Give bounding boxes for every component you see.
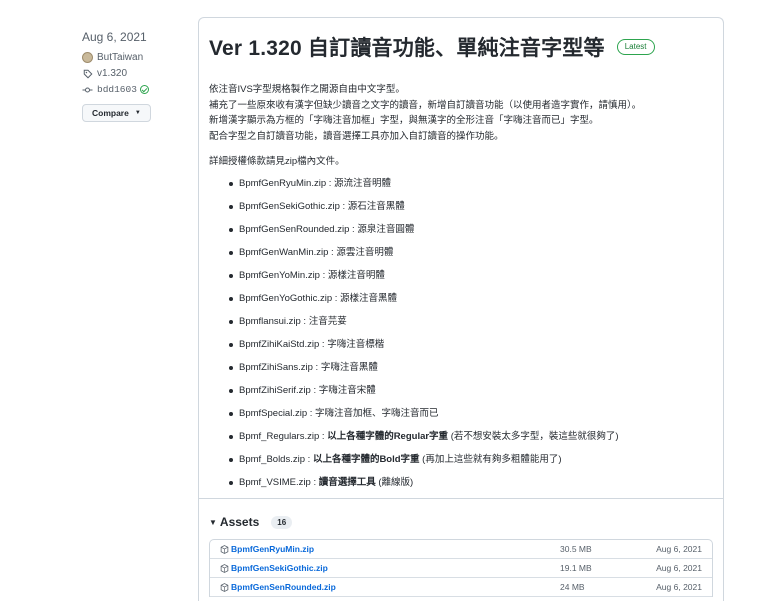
author-link[interactable]: ButTaiwan: [82, 52, 182, 63]
description-line: 新增漢字顯示為方框的「字嗨注音加框」字型，與無漢字的全形注音「字嗨注音而已」字型…: [209, 115, 599, 126]
package-icon: [220, 582, 229, 592]
release-meta: Aug 6, 2021 ButTaiwan v1.320 bdd1603 Com…: [82, 30, 182, 122]
author-name: ButTaiwan: [97, 52, 144, 63]
assets-count-badge: 16: [271, 515, 293, 529]
list-item: Bpmf_Regulars.zip : 以上各種字體的Regular字重 (若不…: [209, 430, 713, 453]
table-row: BpmfGenSenRounded.zip 24 MB Aug 6, 2021: [210, 578, 712, 597]
release-card: Ver 1.320 自訂讀音功能、單純注音字型等 Latest 依注音IVS字型…: [198, 17, 724, 601]
assets-toggle[interactable]: ▼ Assets 16: [209, 515, 293, 529]
tag-name: v1.320: [97, 68, 128, 79]
asset-link[interactable]: BpmfGenSenRounded.zip: [231, 582, 560, 592]
release-header: Ver 1.320 自訂讀音功能、單純注音字型等 Latest: [199, 18, 723, 62]
compare-label: Compare: [92, 108, 129, 118]
divider: [199, 498, 723, 499]
list-item: BpmfSpecial.zip : 字嗨注音加框、字嗨注音而已: [209, 407, 713, 430]
commit-link[interactable]: bdd1603: [82, 84, 182, 95]
table-row: BpmfGenRyuMin.zip 30.5 MB Aug 6, 2021: [210, 540, 712, 559]
verified-check-icon: [139, 85, 149, 94]
package-icon: [220, 563, 229, 573]
latest-badge: Latest: [616, 39, 655, 55]
list-item: BpmfGenSenRounded.zip : 源泉注音圓體: [209, 223, 713, 246]
package-icon: [220, 544, 229, 554]
asset-date: Aug 6, 2021: [656, 544, 702, 554]
list-item: Bpmf_VSIME.zip : 讀音選擇工具 (離線版): [209, 476, 713, 499]
release-date: Aug 6, 2021: [82, 30, 147, 44]
asset-size: 19.1 MB: [560, 563, 592, 573]
release-title[interactable]: Ver 1.320 自訂讀音功能、單純注音字型等: [209, 32, 605, 62]
asset-size: 24 MB: [560, 582, 585, 592]
table-row: BpmfGenSekiGothic.zip 19.1 MB Aug 6, 202…: [210, 559, 712, 578]
list-item: BpmfGenRyuMin.zip : 源流注音明體: [209, 177, 713, 200]
compare-button[interactable]: Compare ▼: [82, 104, 151, 122]
tag-icon: [82, 68, 93, 79]
chevron-down-icon: ▼: [134, 110, 141, 116]
assets-label: Assets: [219, 515, 260, 529]
list-item: BpmfZihiSerif.zip : 字嗨注音宋體: [209, 384, 713, 407]
triangle-down-icon: ▼: [209, 517, 217, 527]
list-item: BpmfGenSekiGothic.zip : 源石注音黑體: [209, 200, 713, 223]
asset-link[interactable]: BpmfGenSekiGothic.zip: [231, 563, 560, 573]
list-item: BpmfZihiKaiStd.zip : 字嗨注音標楷: [209, 338, 713, 361]
description: 依注音IVS字型規格製作之開源自由中文字型。 補充了一些原來收有漢字但缺少讀音之…: [209, 82, 713, 144]
avatar: [82, 52, 93, 63]
release-notes: 依注音IVS字型規格製作之開源自由中文字型。 補充了一些原來收有漢字但缺少讀音之…: [199, 82, 723, 499]
asset-date: Aug 6, 2021: [656, 582, 702, 592]
commit-hash: bdd1603: [97, 84, 137, 95]
description-line: 依注音IVS字型規格製作之開源自由中文字型。: [209, 84, 405, 95]
list-item: Bpmf_Bolds.zip : 以上各種字體的Bold字重 (再加上這些就有夠…: [209, 453, 713, 476]
file-list: BpmfGenRyuMin.zip : 源流注音明體 BpmfGenSekiGo…: [209, 177, 713, 499]
list-item: BpmfZihiSans.zip : 字嗨注音黑體: [209, 361, 713, 384]
list-item: Bpmflansui.zip : 注音芫荽: [209, 315, 713, 338]
asset-date: Aug 6, 2021: [656, 563, 702, 573]
tag-link[interactable]: v1.320: [82, 68, 182, 79]
assets-list: BpmfGenRyuMin.zip 30.5 MB Aug 6, 2021 Bp…: [209, 539, 713, 597]
asset-link[interactable]: BpmfGenRyuMin.zip: [231, 544, 560, 554]
list-item: BpmfGenWanMin.zip : 源雲注音明體: [209, 246, 713, 269]
list-item: BpmfGenYoMin.zip : 源樣注音明體: [209, 269, 713, 292]
asset-size: 30.5 MB: [560, 544, 592, 554]
description-line: 補充了一些原來收有漢字但缺少讀音之文字的讀音，新增自訂讀音功能（以使用者造字實作…: [209, 99, 642, 111]
description-line: 配合字型之自訂讀音功能，讀音選擇工具亦加入自訂讀音的操作功能。: [209, 130, 504, 142]
license-note: 詳細授權條款請見zip檔內文件。: [209, 156, 345, 167]
commit-icon: [82, 84, 93, 95]
list-item: BpmfGenYoGothic.zip : 源樣注音黑體: [209, 292, 713, 315]
